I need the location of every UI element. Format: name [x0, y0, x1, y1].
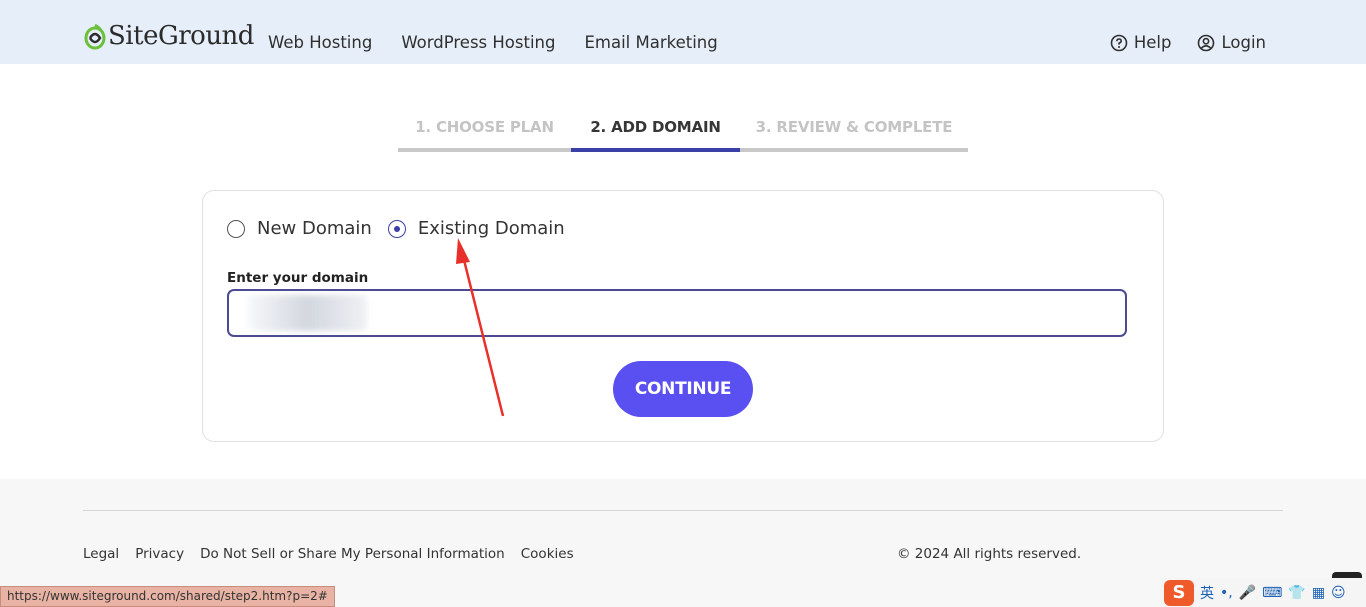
- footer-link-do-not-sell[interactable]: Do Not Sell or Share My Personal Informa…: [200, 546, 505, 562]
- account-nav: Help Login: [1110, 33, 1266, 52]
- checkout-steps: 1. CHOOSE PLAN 2. ADD DOMAIN 3. REVIEW &…: [398, 116, 968, 152]
- login-link[interactable]: Login: [1197, 33, 1266, 52]
- nav-web-hosting[interactable]: Web Hosting: [268, 33, 372, 52]
- step-add-domain[interactable]: 2. ADD DOMAIN: [571, 116, 740, 152]
- main-nav: Web Hosting WordPress Hosting Email Mark…: [268, 33, 718, 52]
- domain-type-options: New Domain Existing Domain: [227, 218, 565, 239]
- grid-menu-icon[interactable]: ▦: [1312, 585, 1325, 601]
- footer-links: Legal Privacy Do Not Sell or Share My Pe…: [83, 546, 574, 562]
- skin-icon[interactable]: 👕: [1288, 585, 1305, 601]
- user-icon: [1198, 34, 1215, 51]
- new-domain-label[interactable]: New Domain: [257, 218, 372, 239]
- mascot-icon[interactable]: ☺: [1331, 585, 1346, 601]
- logo-text: SiteGround: [108, 21, 254, 51]
- help-icon: [1110, 34, 1128, 51]
- footer-link-privacy[interactable]: Privacy: [135, 546, 184, 562]
- existing-domain-radio[interactable]: [387, 219, 406, 238]
- sogou-ime-icon[interactable]: S: [1164, 579, 1194, 606]
- continue-button[interactable]: CONTINUE: [613, 361, 753, 417]
- step-choose-plan[interactable]: 1. CHOOSE PLAN: [398, 116, 571, 152]
- siteground-logo[interactable]: SiteGround: [84, 18, 254, 54]
- login-label: Login: [1221, 33, 1266, 52]
- domain-card: New Domain Existing Domain Enter your do…: [202, 190, 1164, 442]
- punctuation-icon[interactable]: •,: [1220, 585, 1233, 601]
- footer-divider: [83, 510, 1283, 511]
- status-bar-url: https://www.siteground.com/shared/step2.…: [0, 586, 335, 607]
- redacted-domain-text: [247, 295, 367, 331]
- footer-link-legal[interactable]: Legal: [83, 546, 119, 562]
- help-link[interactable]: Help: [1110, 33, 1172, 52]
- existing-domain-label[interactable]: Existing Domain: [418, 218, 565, 239]
- nav-wordpress-hosting[interactable]: WordPress Hosting: [401, 33, 555, 52]
- ime-tray: S 英 •, 🎤 ⌨ 👕 ▦ ☺: [1160, 578, 1366, 607]
- siteground-logo-icon: [84, 23, 106, 50]
- ime-language-indicator[interactable]: 英: [1200, 583, 1214, 603]
- top-header: SiteGround Web Hosting WordPress Hosting…: [0, 0, 1366, 64]
- nav-email-marketing[interactable]: Email Marketing: [584, 33, 717, 52]
- copyright-text: © 2024 All rights reserved.: [897, 546, 1082, 562]
- new-domain-radio[interactable]: [227, 219, 245, 238]
- footer-link-cookies[interactable]: Cookies: [521, 546, 574, 562]
- help-label: Help: [1133, 33, 1172, 52]
- step-review-complete[interactable]: 3. REVIEW & COMPLETE: [740, 116, 968, 152]
- domain-field-label: Enter your domain: [227, 270, 369, 286]
- keyboard-icon[interactable]: ⌨: [1262, 585, 1282, 601]
- microphone-icon[interactable]: 🎤: [1239, 585, 1256, 601]
